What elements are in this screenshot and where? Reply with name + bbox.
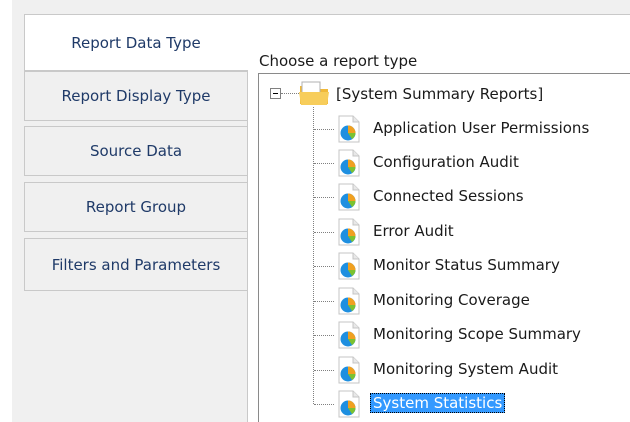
- tab-report-data-type[interactable]: Report Data Type: [24, 14, 247, 71]
- report-pie-icon: [338, 252, 360, 280]
- section-label: Choose a report type: [259, 52, 418, 70]
- folder-icon: [299, 81, 329, 105]
- report-pie-icon: [338, 149, 360, 177]
- tree-item-label: Monitoring Scope Summary: [373, 325, 581, 343]
- collapse-toggle-icon[interactable]: [270, 88, 281, 99]
- tree-connector-line: [314, 129, 334, 130]
- tree-item-label: Configuration Audit: [373, 153, 519, 171]
- tree-item-label: System Statistics: [370, 393, 506, 413]
- tree-item-label: Monitor Status Summary: [373, 256, 560, 274]
- tree-item-label: Application User Permissions: [373, 119, 590, 137]
- report-pie-icon: [338, 390, 360, 418]
- tree-item[interactable]: Application User Permissions: [314, 112, 630, 146]
- tree-item[interactable]: Connected Sessions: [314, 180, 630, 214]
- tree-connector-line: [314, 301, 334, 302]
- tree-item-label: Connected Sessions: [373, 187, 524, 205]
- tree-connector-line: [281, 93, 299, 94]
- tab-report-group[interactable]: Report Group: [24, 182, 247, 232]
- tree-connector-line: [314, 266, 334, 267]
- tree-connector-line: [314, 404, 334, 405]
- tree-root-label[interactable]: [System Summary Reports]: [336, 85, 543, 103]
- tree-item-label: Error Audit: [373, 222, 454, 240]
- report-pie-icon: [338, 321, 360, 349]
- tab-filters-and-parameters[interactable]: Filters and Parameters: [24, 238, 247, 291]
- tree-item[interactable]: Monitoring Coverage: [314, 284, 630, 318]
- report-pie-icon: [338, 218, 360, 246]
- tab-report-display-type[interactable]: Report Display Type: [24, 71, 247, 121]
- tree-connector-line: [314, 232, 334, 233]
- tree-item[interactable]: Monitoring System Audit: [314, 353, 630, 387]
- tree-connector-line: [314, 370, 334, 371]
- tree-item-label: Monitoring Coverage: [373, 291, 530, 309]
- report-pie-icon: [338, 287, 360, 315]
- tree-item[interactable]: Error Audit: [314, 215, 630, 249]
- report-pie-icon: [338, 115, 360, 143]
- tree-item-label: Monitoring System Audit: [373, 360, 559, 378]
- tab-source-data[interactable]: Source Data: [24, 126, 247, 176]
- tabs-divider: [247, 70, 248, 422]
- tree-connector-line: [314, 163, 334, 164]
- tree-item[interactable]: Monitoring Scope Summary: [314, 318, 630, 352]
- tree-item-selected[interactable]: System Statistics: [314, 387, 630, 421]
- report-pie-icon: [338, 356, 360, 384]
- tree-connector-line: [314, 335, 334, 336]
- tree-item[interactable]: Configuration Audit: [314, 146, 630, 180]
- tree-item[interactable]: Monitor Status Summary: [314, 249, 630, 283]
- tree-connector-line: [314, 197, 334, 198]
- report-pie-icon: [338, 183, 360, 211]
